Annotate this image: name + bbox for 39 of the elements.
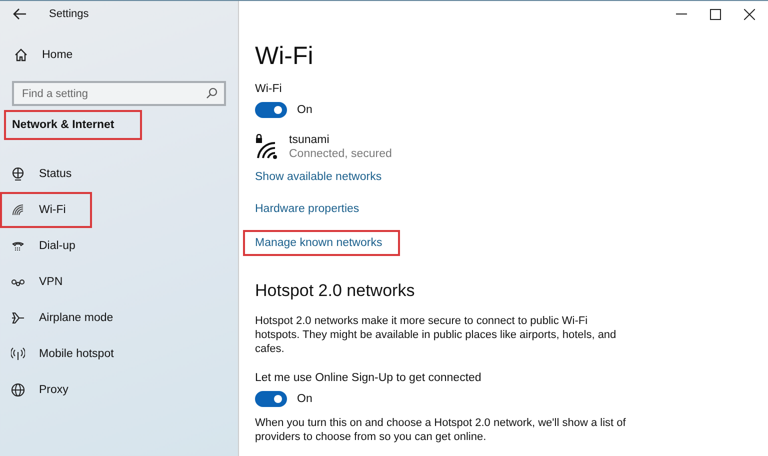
- toggle-state-text: On: [297, 393, 312, 406]
- settings-link[interactable]: Manage known networks: [243, 230, 400, 256]
- settings-link[interactable]: Hardware properties: [253, 198, 378, 220]
- globe-monitor-icon: [11, 167, 25, 181]
- house-icon: [14, 48, 28, 62]
- setting-label: Wi-Fi: [255, 83, 283, 95]
- home-nav-item[interactable]: Home: [3, 37, 87, 73]
- search-icon: [206, 87, 218, 99]
- sidebar-item[interactable]: Mobile hotspot: [0, 336, 128, 372]
- globe-icon: [11, 383, 25, 397]
- back-arrow-icon[interactable]: [13, 8, 27, 20]
- antenna-icon: [11, 347, 25, 361]
- description-text: Hotspot 2.0 networks make it more secure to connect to public Wi-Fi hotspots. They might be available in public places like airports, hotels, and cafes.: [255, 315, 618, 356]
- maximize-icon[interactable]: [710, 8, 721, 20]
- sidebar-item[interactable]: Dial-up: [0, 228, 90, 264]
- secured-wifi-icon: [255, 134, 279, 160]
- toggle-switch[interactable]: [255, 391, 287, 408]
- window-title: Settings: [49, 8, 89, 20]
- sidebar-item[interactable]: Status: [0, 156, 86, 192]
- section-heading: Hotspot 2.0 networks: [255, 281, 416, 301]
- description-text: When you turn this on and choose a Hotspot 2.0 network, we'll show a list of providers to choose from so you can get online.: [255, 417, 627, 445]
- toggle-switch[interactable]: [255, 102, 287, 118]
- toggle-state-text: On: [297, 104, 312, 116]
- section-heading: Network & Internet: [4, 110, 142, 140]
- search-field[interactable]: Find a setting: [12, 81, 226, 106]
- network-name: tsunami: [289, 134, 330, 146]
- sidebar-item[interactable]: Airplane mode: [0, 300, 128, 336]
- settings-link[interactable]: Show available networks: [253, 166, 400, 188]
- close-icon[interactable]: [744, 8, 755, 20]
- setting-label: Let me use Online Sign-Up to get connected: [255, 372, 482, 384]
- wifi-icon: [11, 203, 25, 217]
- airplane-icon: [11, 311, 25, 325]
- sidebar-item[interactable]: Proxy: [0, 372, 82, 408]
- network-status: Connected, secured: [289, 148, 392, 160]
- sidebar-item[interactable]: Wi-Fi: [0, 192, 92, 228]
- sidebar-item[interactable]: VPN: [0, 264, 77, 300]
- minimize-icon[interactable]: [676, 13, 687, 15]
- page-title: Wi-Fi: [255, 41, 314, 72]
- phone-icon: [11, 239, 25, 253]
